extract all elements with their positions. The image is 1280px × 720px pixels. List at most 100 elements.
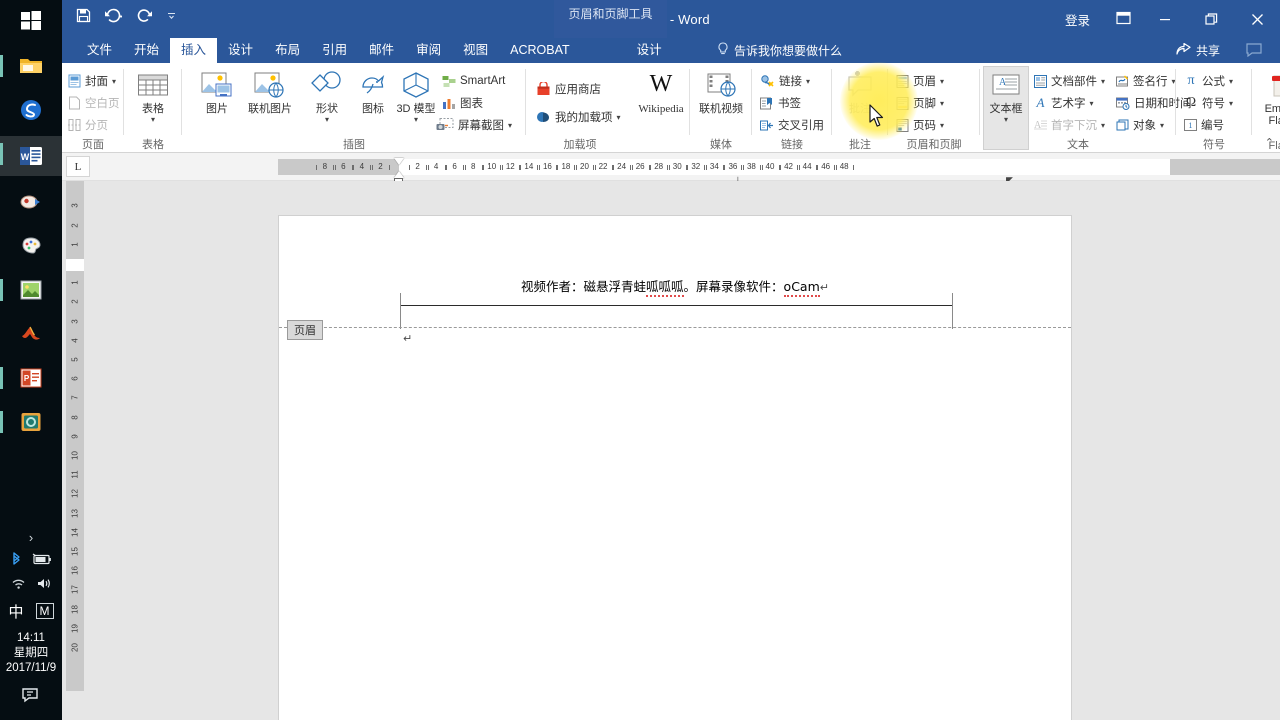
header-button[interactable]: 页眉 ▾ [894, 71, 946, 91]
ruler-tick [761, 165, 763, 170]
volume-icon[interactable] [36, 577, 52, 593]
page-break-button[interactable]: 分页 [66, 115, 110, 135]
group-title-illustrations: 插图 [343, 139, 365, 151]
wordart-button[interactable]: A 艺术字 ▾ [1032, 93, 1096, 113]
quick-parts-button[interactable]: 文档部件 ▾ [1032, 71, 1107, 91]
bookmark-button[interactable]: 书签 [758, 93, 803, 113]
online-pictures-button[interactable]: 联机图片 [240, 67, 300, 115]
powerpoint-app[interactable]: P [0, 360, 62, 396]
document-page[interactable]: 视频作者：磁悬浮青蛙呱呱呱。屏幕录像软件：oCam↵ 页眉 ↵ [279, 216, 1071, 720]
tray-expand-button[interactable]: › [0, 525, 62, 549]
hanging-indent-marker[interactable] [394, 171, 404, 178]
tab-insert[interactable]: 插入 [170, 38, 218, 63]
ruler-tick [780, 165, 782, 170]
comments-icon[interactable] [1246, 43, 1262, 60]
store-button[interactable]: 应用商店 [534, 79, 603, 99]
svg-text:P: P [24, 374, 30, 383]
blank-page-button[interactable]: 空白页 [66, 93, 122, 113]
tab-design[interactable]: 设计 [217, 38, 264, 63]
ruler-tick [409, 165, 411, 170]
close-button[interactable] [1234, 0, 1280, 38]
footer-icon [896, 96, 909, 110]
collapse-ribbon-button[interactable]: ⌃ [1265, 136, 1274, 149]
symbol-button[interactable]: Ω 符号 ▾ [1182, 93, 1235, 113]
chart-button[interactable]: 图表 [440, 93, 485, 113]
sign-in-button[interactable]: 登录 [1051, 10, 1104, 29]
wikipedia-button[interactable]: W Wikipedia [634, 67, 688, 115]
online-video-button[interactable]: 联机视频 [694, 67, 748, 115]
paint-app[interactable] [0, 228, 62, 264]
file-explorer[interactable] [0, 48, 62, 84]
3d-models-button[interactable]: 3D 模型 ▾ [396, 67, 436, 124]
tab-mailings[interactable]: 邮件 [358, 38, 405, 63]
tab-home[interactable]: 开始 [123, 38, 170, 63]
ruler-tick [835, 165, 837, 170]
tab-view[interactable]: 视图 [452, 38, 499, 63]
chevron-down-icon: ▾ [324, 115, 329, 124]
shapes-button[interactable]: 形状 ▾ [304, 67, 350, 124]
notification-center-button[interactable] [21, 676, 41, 716]
object-button[interactable]: 对象 ▾ [1114, 115, 1166, 135]
maximize-restore-button[interactable] [1188, 0, 1234, 38]
screenshot-button[interactable]: 屏幕截图 ▾ [434, 115, 514, 135]
vertical-ruler[interactable]: 3 2 1 1 2 3 4 5 6 7 8 9 10 11 12 13 14 15 16 17 18 19 20 [66, 181, 84, 691]
media-player[interactable] [0, 184, 62, 220]
first-line-indent-marker[interactable] [394, 158, 404, 165]
group-title-media: 媒体 [710, 139, 732, 151]
word-app[interactable]: W [0, 136, 62, 176]
date-time-icon [1116, 97, 1130, 110]
link-icon [760, 74, 775, 88]
matlab-app[interactable] [0, 316, 62, 352]
cross-reference-button[interactable]: 交叉引用 [758, 115, 826, 135]
table-button[interactable]: 表格 ▾ [130, 67, 176, 124]
chevron-down-icon: ▾ [1229, 98, 1234, 108]
icons-button[interactable]: 图标 [350, 67, 396, 115]
horizontal-ruler[interactable]: 8 6 4 2 2 4 6 8 10 12 14 16 18 20 22 24 26 28 30 32 34 36 38 40… [278, 158, 1280, 185]
taskbar-clock[interactable]: 14:11 星期四 2017/11/9 [6, 625, 56, 676]
my-addins-button[interactable]: 我的加载项 ▾ [534, 107, 623, 127]
chevron-down-icon: ▾ [940, 98, 945, 108]
bluetooth-icon[interactable] [11, 552, 22, 570]
ruler-number: 2 [415, 162, 420, 171]
tab-review[interactable]: 审阅 [405, 38, 452, 63]
embed-flash-button[interactable]: Embed Flash [1256, 67, 1280, 127]
tab-file[interactable]: 文件 [76, 38, 123, 63]
minimize-button[interactable] [1142, 0, 1188, 38]
footer-button[interactable]: 页脚 ▾ [894, 93, 946, 113]
cover-page-button[interactable]: 封面 ▾ [66, 71, 118, 91]
equation-button[interactable]: π 公式 ▾ [1182, 71, 1235, 91]
cad-app[interactable] [0, 404, 62, 440]
battery-icon[interactable] [32, 553, 52, 569]
wifi-icon[interactable] [11, 577, 26, 593]
signature-line-button[interactable]: 签名行 ▾ [1114, 71, 1178, 91]
ruler-number: 34 [709, 162, 719, 171]
tab-headerfooter-design[interactable]: 设计 [626, 38, 673, 63]
store-icon [536, 82, 551, 96]
tab-layout[interactable]: 布局 [264, 38, 311, 63]
tab-stop-selector[interactable]: L [66, 156, 90, 177]
ruler-tick [483, 165, 485, 170]
start-button[interactable] [0, 0, 62, 42]
horizontal-ruler-row: L 8 6 4 2 2 4 6 8 10 12 14 16 18 20 22 24 26 28 30 32 34 36 38… [62, 153, 1280, 185]
ime-indicator[interactable]: 中 M [8, 597, 54, 625]
page-number-button[interactable]: 页码 ▾ [894, 115, 946, 135]
sogou-browser[interactable] [0, 92, 62, 128]
photo-viewer[interactable] [0, 272, 62, 308]
tab-acrobat[interactable]: ACROBAT [499, 38, 581, 63]
pictures-button[interactable]: 图片 [194, 67, 240, 115]
body-pilcrow-mark: ↵ [403, 333, 413, 345]
ime-mode[interactable]: M [35, 603, 54, 619]
page-break-icon [68, 118, 81, 132]
smartart-button[interactable]: SmartArt [440, 71, 507, 91]
tab-references[interactable]: 引用 [311, 38, 358, 63]
number-button[interactable]: 1 编号 [1182, 115, 1226, 135]
ime-language[interactable]: 中 [8, 601, 23, 622]
share-button[interactable]: 共享 [1176, 38, 1220, 63]
signature-line-icon [1116, 75, 1129, 88]
ribbon-display-options-icon[interactable] [1104, 11, 1142, 28]
new-comment-button[interactable]: 批注 [837, 67, 883, 115]
tell-me-box[interactable]: 告诉我你想要做什么 [717, 38, 842, 63]
drop-cap-button[interactable]: A 首字下沉 ▾ [1032, 115, 1107, 135]
link-button[interactable]: 链接 ▾ [758, 71, 812, 91]
header-area-tag: 页眉 [287, 320, 323, 340]
